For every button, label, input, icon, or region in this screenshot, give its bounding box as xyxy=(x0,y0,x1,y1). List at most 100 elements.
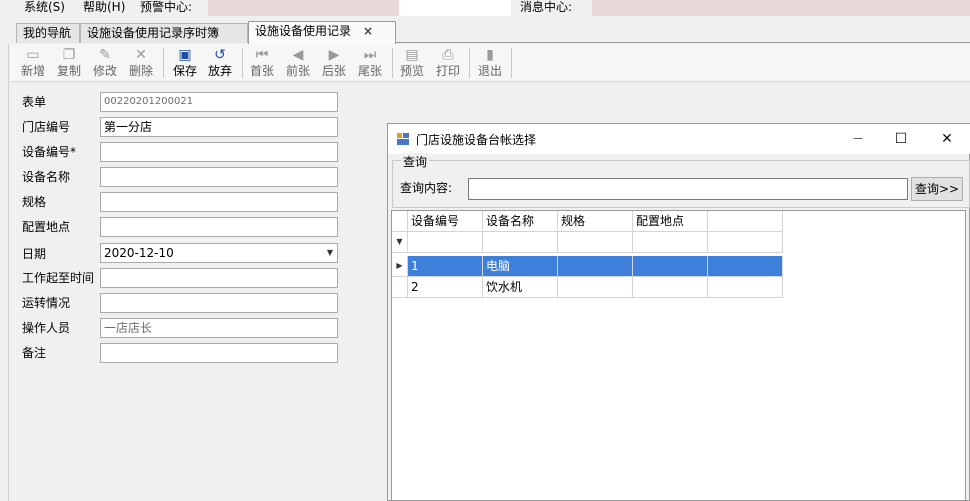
dialog-title: 门店设施设备台帐选择 xyxy=(416,133,537,147)
store-number-field[interactable]: 第一分店 xyxy=(100,117,338,137)
col-header-extra[interactable] xyxy=(708,211,783,232)
filter-cell[interactable] xyxy=(558,232,633,253)
equipment-grid: 设备编号 设备名称 规格 配置地点 ▼ ▶ 1 电脑 2 饮水机 xyxy=(391,210,966,501)
operation-status-field[interactable] xyxy=(100,293,338,313)
bill-number-field[interactable]: 00220201200021 xyxy=(100,92,338,112)
edit-button[interactable]: ✎ 修改 xyxy=(88,46,122,80)
discard-button[interactable]: ↺ 放弃 xyxy=(203,46,237,80)
tab-label: 设施设备使用记录序时簿 xyxy=(87,26,220,40)
remark-field[interactable] xyxy=(100,343,338,363)
query-group-label: 查询 xyxy=(401,153,430,170)
operator-field[interactable]: 一店店长 xyxy=(100,318,338,338)
tab-my-navigation[interactable]: 我的导航 xyxy=(16,23,80,43)
next-button[interactable]: ▶ 后张 xyxy=(317,46,351,80)
tab-strip: 我的导航 设施设备使用记录序时簿 设施设备使用记录 × xyxy=(16,21,970,44)
table-cell[interactable] xyxy=(558,256,633,277)
table-cell[interactable]: 1 xyxy=(408,256,483,277)
form-label-equipment-name: 设备名称 xyxy=(22,170,71,184)
table-cell[interactable] xyxy=(708,256,783,277)
form-label-store: 门店编号 xyxy=(22,120,71,134)
chevron-down-icon[interactable]: ▼ xyxy=(327,244,333,262)
edit-icon: ✎ xyxy=(99,47,111,63)
filter-cell[interactable] xyxy=(633,232,708,253)
filter-cell[interactable] xyxy=(708,232,783,253)
last-button[interactable]: ⏭ 尾张 xyxy=(353,46,387,80)
col-header-spec[interactable]: 规格 xyxy=(558,211,633,232)
close-icon[interactable]: ✕ xyxy=(937,129,957,149)
corner-header xyxy=(392,211,408,232)
printer-icon: ⎙ xyxy=(442,47,454,63)
query-button[interactable]: 查询>> xyxy=(911,177,963,201)
date-value: 2020-12-10 xyxy=(104,246,174,260)
menu-system[interactable]: 系统(S) xyxy=(24,0,65,15)
table-cell[interactable] xyxy=(558,277,633,298)
delete-button[interactable]: ✕ 删除 xyxy=(124,46,158,80)
toolbar-separator xyxy=(511,48,512,78)
toolbar-separator xyxy=(242,48,243,78)
form-label-location: 配置地点 xyxy=(22,220,71,234)
print-button[interactable]: ⎙ 打印 xyxy=(431,46,465,80)
equipment-number-field[interactable] xyxy=(100,142,338,162)
table-cell[interactable]: 电脑 xyxy=(483,256,558,277)
exit-button[interactable]: ▮ 退出 xyxy=(473,46,507,80)
delete-icon: ✕ xyxy=(135,47,147,63)
copy-icon: ❐ xyxy=(62,47,76,63)
table-cell[interactable] xyxy=(633,256,708,277)
app-icon xyxy=(397,133,409,145)
location-field[interactable] xyxy=(100,217,338,237)
tab-usage-record[interactable]: 设施设备使用记录 × xyxy=(248,21,396,44)
close-tab-icon[interactable]: × xyxy=(363,24,373,38)
filter-cell[interactable] xyxy=(483,232,558,253)
minimize-icon[interactable]: — xyxy=(848,129,868,149)
col-header-location[interactable]: 配置地点 xyxy=(633,211,708,232)
exit-door-icon: ▮ xyxy=(486,47,494,63)
next-record-icon: ▶ xyxy=(328,47,340,63)
col-header-equipment-no[interactable]: 设备编号 xyxy=(408,211,483,232)
table-cell[interactable]: 饮水机 xyxy=(483,277,558,298)
query-label: 查询内容: xyxy=(400,181,453,195)
first-button[interactable]: ⏮ 首张 xyxy=(245,46,279,80)
filter-row-header: ▼ xyxy=(392,232,408,253)
form-label-bill: 表单 xyxy=(22,95,47,109)
new-button[interactable]: ▭ 新增 xyxy=(16,46,50,80)
status-strip-left xyxy=(208,0,399,16)
table-cell[interactable] xyxy=(708,277,783,298)
form-label-operator: 操作人员 xyxy=(22,321,71,335)
tab-usage-journal[interactable]: 设施设备使用记录序时簿 xyxy=(80,23,248,43)
table-cell[interactable] xyxy=(633,277,708,298)
row-header-selected[interactable]: ▶ xyxy=(392,256,408,277)
save-button[interactable]: ▣ 保存 xyxy=(168,46,202,80)
filter-cell[interactable] xyxy=(408,232,483,253)
menu-alert-center[interactable]: 预警中心: xyxy=(140,0,192,15)
toolbar-separator xyxy=(392,48,393,78)
menu-help[interactable]: 帮助(H) xyxy=(83,0,125,15)
preview-button[interactable]: ▤ 预览 xyxy=(395,46,429,80)
tab-label: 我的导航 xyxy=(23,26,72,40)
form-label-equipment-no: 设备编号* xyxy=(22,145,77,159)
col-header-equipment-name[interactable]: 设备名称 xyxy=(483,211,558,232)
table-cell[interactable]: 2 xyxy=(408,277,483,298)
copy-button[interactable]: ❐ 复制 xyxy=(52,46,86,80)
menu-bar: 系统(S) 帮助(H) 预警中心: 消息中心: xyxy=(0,0,970,16)
form-label-work-time: 工作起至时间 xyxy=(22,271,95,285)
form-label-date: 日期 xyxy=(22,247,47,261)
date-picker[interactable]: 2020-12-10 ▼ xyxy=(100,243,338,263)
alert-box xyxy=(399,0,511,16)
query-input[interactable] xyxy=(468,178,908,200)
row-header[interactable] xyxy=(392,277,408,298)
undo-icon: ↺ xyxy=(214,47,226,63)
preview-icon: ▤ xyxy=(405,47,419,63)
toolbar-separator xyxy=(469,48,470,78)
maximize-icon[interactable]: ☐ xyxy=(891,129,911,149)
toolbar: ▭ 新增 ❐ 复制 ✎ 修改 ✕ 删除 ▣ 保存 ↺ 放弃 ⏮ 首张 ◀ 前张 ▶ 后张 ⏭ 尾张 … xyxy=(10,44,970,82)
spec-field[interactable] xyxy=(100,192,338,212)
toolbar-separator xyxy=(163,48,164,78)
work-time-field[interactable] xyxy=(100,268,338,288)
menu-message-center[interactable]: 消息中心: xyxy=(520,0,572,15)
save-disk-icon: ▣ xyxy=(178,47,192,63)
status-strip-right xyxy=(592,0,970,16)
equipment-name-field[interactable] xyxy=(100,167,338,187)
filter-icon: ▼ xyxy=(396,237,403,246)
prev-button[interactable]: ◀ 前张 xyxy=(281,46,315,80)
prev-record-icon: ◀ xyxy=(292,47,304,63)
